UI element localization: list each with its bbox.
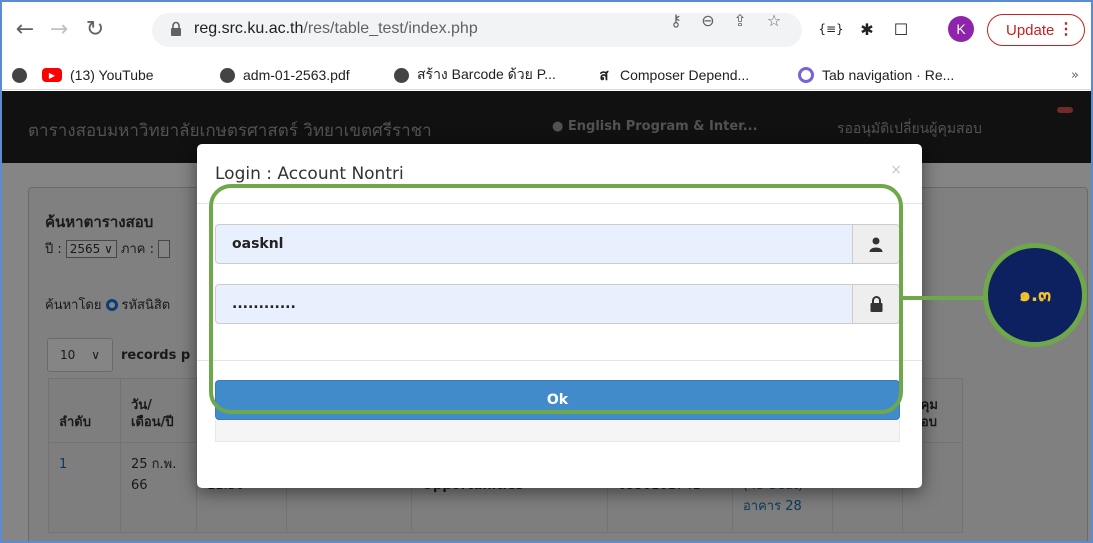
browser-toolbar: ← → ↻ reg.src.ku.ac.th/res/table_test/in…: [2, 2, 1091, 60]
bookmarks-more-icon[interactable]: »: [1071, 68, 1079, 83]
browser-window: ← → ↻ reg.src.ku.ac.th/res/table_test/in…: [0, 0, 1093, 543]
forward-arrow-icon[interactable]: →: [44, 14, 74, 44]
side-panel-icon[interactable]: ☐: [886, 14, 916, 44]
globe-icon: [12, 67, 27, 83]
composer-icon: ส: [599, 67, 609, 84]
close-icon[interactable]: ×: [890, 162, 902, 178]
lock-icon: [171, 21, 181, 36]
update-button[interactable]: Update ⋮: [987, 14, 1085, 46]
share-icon[interactable]: ⇪: [730, 11, 750, 30]
back-arrow-icon[interactable]: ←: [10, 14, 40, 44]
bookmark-apps[interactable]: [12, 64, 35, 86]
annotation-connector: [903, 296, 987, 300]
zoom-icon[interactable]: ⊖: [698, 11, 718, 30]
bookmark-youtube[interactable]: ▶ (13) YouTube: [42, 64, 154, 86]
bookmarks-bar: ▶ (13) YouTube adm-01-2563.pdf สร้าง Bar…: [2, 60, 1091, 90]
more-vert-icon: ⋮: [1058, 21, 1074, 38]
extension-json-icon[interactable]: {≡}: [816, 14, 846, 44]
puzzle-icon[interactable]: ✱: [852, 14, 882, 44]
key-icon[interactable]: ⚷: [666, 11, 686, 30]
bookmark-composer[interactable]: ส Composer Depend...: [596, 64, 749, 86]
react-icon: [798, 67, 814, 83]
youtube-icon: ▶: [42, 68, 62, 82]
star-icon[interactable]: ☆: [764, 11, 784, 30]
update-label: Update: [1006, 21, 1055, 39]
globe-icon: [220, 67, 235, 83]
modal-title: Login : Account Nontri: [215, 164, 404, 184]
modal-footer-bar: [215, 420, 900, 442]
bookmark-pdf[interactable]: adm-01-2563.pdf: [220, 64, 350, 86]
avatar[interactable]: K: [948, 16, 974, 42]
annotation-highlight: [209, 184, 903, 414]
annotation-step-badge: ๑.๓: [983, 243, 1087, 347]
bookmark-tab-navigation[interactable]: Tab navigation · Re...: [798, 64, 954, 86]
globe-icon: [394, 67, 409, 83]
reload-icon[interactable]: ↻: [80, 14, 110, 44]
url-text: reg.src.ku.ac.th/res/table_test/index.ph…: [194, 20, 478, 37]
bookmark-barcode[interactable]: สร้าง Barcode ด้วย P...: [394, 64, 556, 86]
